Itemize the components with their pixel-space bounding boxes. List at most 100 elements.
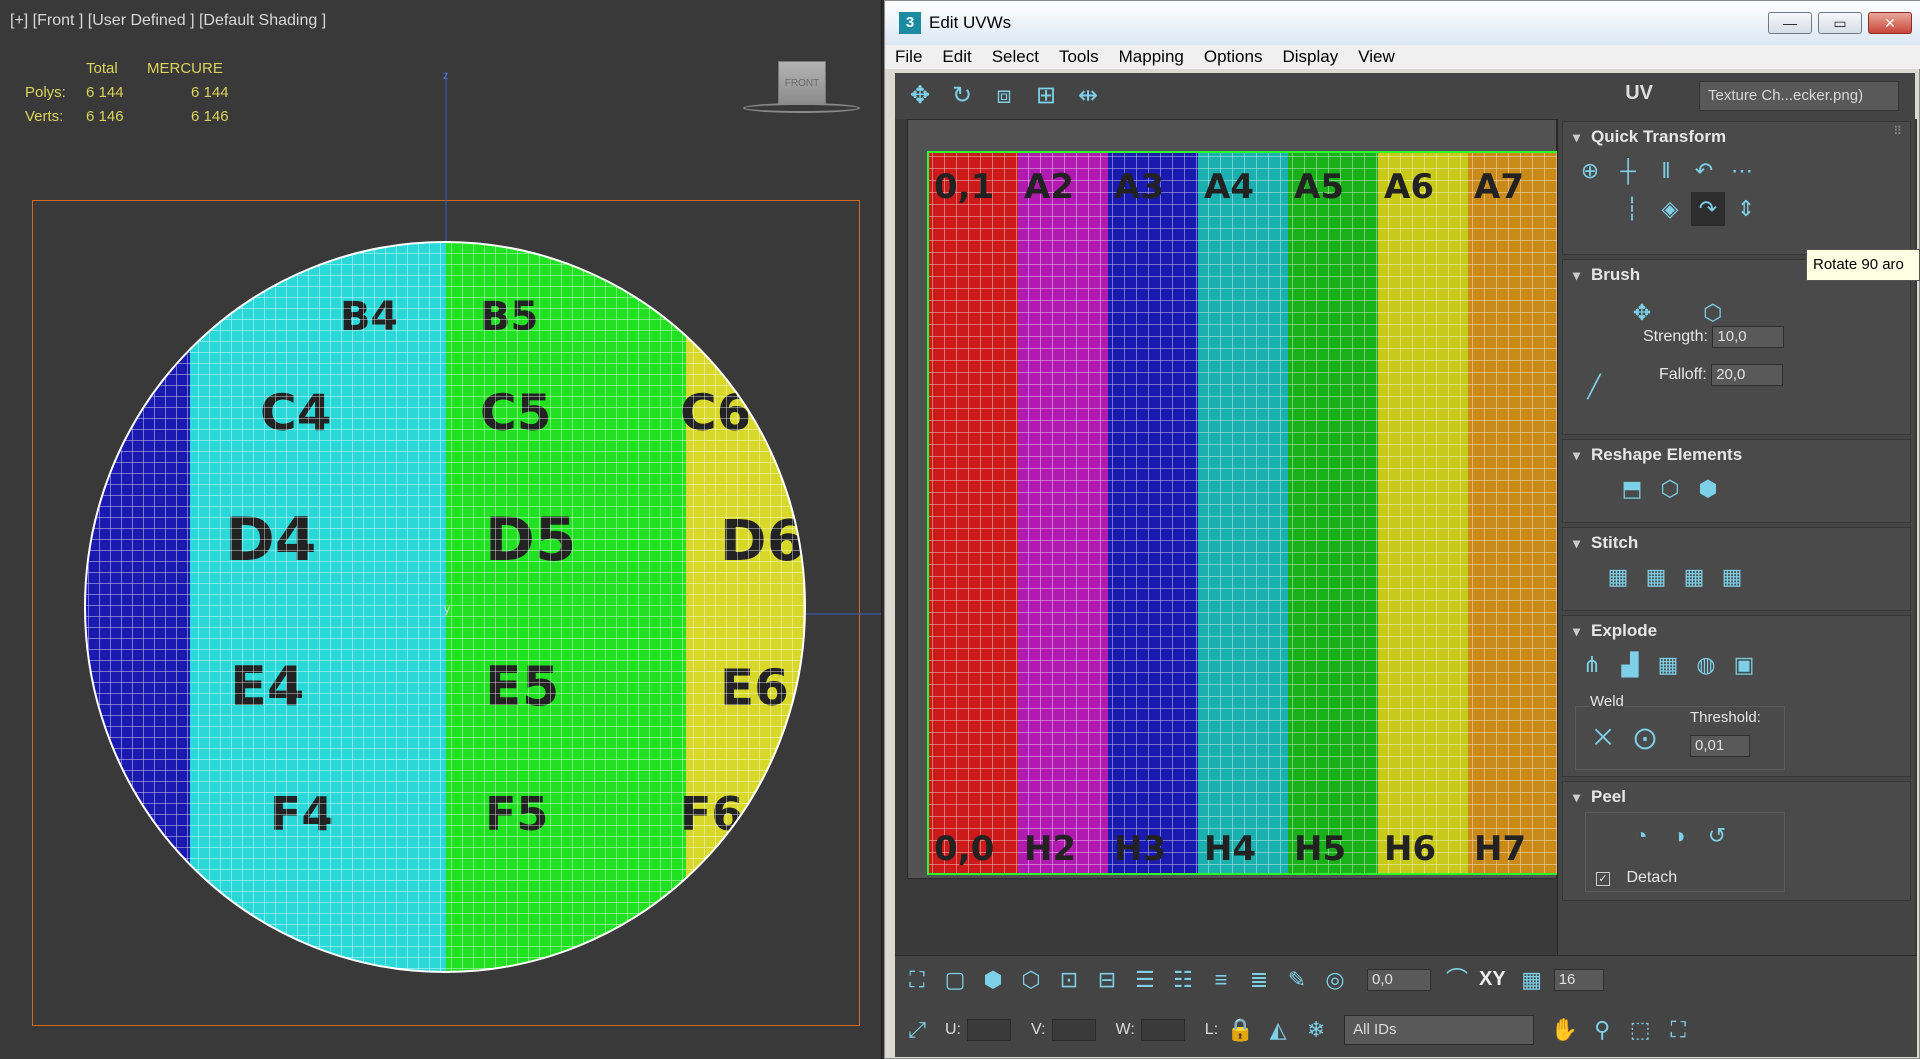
peel-mode-icon[interactable]: ◑ [1662, 819, 1696, 853]
break-icon[interactable]: ⋔ [1575, 648, 1609, 682]
menu-view[interactable]: View [1348, 45, 1405, 69]
absolute-offset-icon[interactable]: ⤢ [901, 1014, 933, 1046]
sphere-mesh[interactable]: B4 B5 C4 C5 C6 D4 D5 D6 E4 E5 E6 F4 F5 F… [0, 0, 882, 1059]
align-v-icon[interactable]: ┆ [1615, 192, 1649, 226]
align-h-icon[interactable]: ┼ [1611, 154, 1645, 188]
menu-mapping[interactable]: Mapping [1109, 45, 1194, 69]
relax-icon[interactable]: ⬡ [1653, 472, 1687, 506]
weld-selected-icon[interactable]: ⨉ [1586, 721, 1620, 755]
angle-spinner[interactable]: 0,0 [1367, 968, 1431, 991]
menu-options[interactable]: Options [1194, 45, 1273, 69]
loop-grow-icon[interactable]: ☷ [1167, 964, 1199, 996]
viewport-front[interactable]: [+] [Front ] [User Defined ] [Default Sh… [0, 0, 882, 1059]
uv-label: UV [1625, 82, 1653, 104]
viewcube[interactable]: FRONT [778, 61, 826, 105]
w-field[interactable] [1140, 1019, 1185, 1041]
stitch-source-icon[interactable]: ▦ [1639, 560, 1673, 594]
stitch-header[interactable]: Stitch [1563, 528, 1910, 558]
freeze-icon[interactable]: ❄ [1300, 1014, 1332, 1046]
space-v-icon[interactable]: ‖ [1649, 154, 1683, 188]
close-icon[interactable]: ✕ [1868, 12, 1912, 34]
uv-corner-label: A4 [1204, 167, 1254, 207]
move-icon[interactable]: ✥ [901, 77, 939, 115]
stitch-custom-icon[interactable]: ▦ [1601, 560, 1635, 594]
tooltip: Rotate 90 aro [1806, 249, 1920, 281]
reshape-header[interactable]: Reshape Elements [1563, 440, 1910, 470]
zoom-icon[interactable]: ⚲ [1586, 1014, 1618, 1046]
v-field[interactable] [1051, 1019, 1096, 1041]
menu-select[interactable]: Select [982, 45, 1049, 69]
relax-brush-icon[interactable]: ⬡ [1696, 296, 1730, 330]
grid-snap-icon[interactable]: ▦ [1516, 964, 1548, 996]
uv-canvas[interactable]: 0,1A2A3A4A5A6A71,10,0H2H3H4H5H6H71,0 [907, 119, 1649, 879]
quick-peel-icon[interactable]: ◔ [1624, 819, 1658, 853]
mirror-icon[interactable]: ⇹ [1069, 77, 1107, 115]
ring-icon[interactable]: ≡ [1205, 964, 1237, 996]
zoom-region-icon[interactable]: ⬚ [1624, 1014, 1656, 1046]
texture-select[interactable]: Texture Ch...ecker.png) [1699, 81, 1899, 111]
straighten-icon[interactable]: ◈ [1653, 192, 1687, 226]
viewcube-ring[interactable] [743, 103, 860, 113]
ids-select[interactable]: All IDs [1344, 1015, 1535, 1045]
uv-corner-label: A5 [1294, 167, 1344, 207]
threshold-spinner[interactable]: 0,01 [1690, 735, 1750, 757]
loop-icon[interactable]: ☰ [1129, 964, 1161, 996]
zoom-extents-icon[interactable]: ⛶ [1662, 1014, 1694, 1046]
explode-header[interactable]: Explode [1563, 616, 1910, 646]
relax-settings-icon[interactable]: ⬢ [1691, 472, 1725, 506]
menu-edit[interactable]: Edit [932, 45, 981, 69]
straighten-selection-icon[interactable]: ⬒ [1615, 472, 1649, 506]
rotate-90-icon[interactable]: ↷ [1691, 192, 1725, 226]
detach-checkbox[interactable]: ✓ [1596, 872, 1610, 886]
menu-display[interactable]: Display [1272, 45, 1348, 69]
falloff-spinner[interactable]: 20,0 [1711, 364, 1784, 386]
quick-transform-header[interactable]: Quick Transform [1563, 122, 1910, 152]
menu-file[interactable]: File [885, 45, 932, 69]
stitch-average-icon[interactable]: ▦ [1677, 560, 1711, 594]
peel-header[interactable]: Peel [1563, 782, 1910, 812]
freeform-icon[interactable]: ⊞ [1027, 77, 1065, 115]
grow-icon[interactable]: ⊡ [1053, 964, 1085, 996]
select-edge-icon[interactable]: ▢ [939, 964, 971, 996]
soft-select-icon[interactable]: ◎ [1319, 964, 1351, 996]
paint-move-icon[interactable]: ✥ [1625, 296, 1659, 330]
pinch-icon[interactable]: ╱ [1577, 370, 1611, 404]
frame-icon[interactable]: ▣ [1727, 648, 1761, 682]
space-icon[interactable]: ⇕ [1729, 192, 1763, 226]
uv-corner-label: 0,0 [934, 829, 994, 869]
sphere-icon[interactable]: ◍ [1689, 648, 1723, 682]
hide-icon[interactable]: ◭ [1262, 1014, 1294, 1046]
menu-tools[interactable]: Tools [1049, 45, 1109, 69]
edit-uvws-window: 3 Edit UVWs — ▭ ✕ File Edit Select Tools… [884, 0, 1920, 1059]
select-vertex-icon[interactable]: ⛶ [901, 964, 933, 996]
xy-label[interactable]: XY [1479, 968, 1506, 991]
rotate-ccw-icon[interactable]: ↶ [1687, 154, 1721, 188]
shrink-icon[interactable]: ⊟ [1091, 964, 1123, 996]
rotate-icon[interactable]: ↻ [943, 77, 981, 115]
scale-icon[interactable]: ⧈ [985, 77, 1023, 115]
minimize-icon[interactable]: — [1768, 12, 1812, 34]
reset-peel-icon[interactable]: ↺ [1700, 819, 1734, 853]
space-h-icon[interactable]: ⋯ [1725, 154, 1759, 188]
uv-corner-label: A3 [1114, 167, 1164, 207]
flatten-icon[interactable]: ▟ [1613, 648, 1647, 682]
uv-corner-label: H6 [1384, 829, 1436, 869]
ring-grow-icon[interactable]: ≣ [1243, 964, 1275, 996]
strength-spinner[interactable]: 10,0 [1712, 326, 1785, 348]
select-poly-icon[interactable]: ⬢ [977, 964, 1009, 996]
paint-select-icon[interactable]: ✎ [1281, 964, 1313, 996]
maximize-icon[interactable]: ▭ [1818, 12, 1862, 34]
align-icon[interactable]: ⊕ [1573, 154, 1607, 188]
weld-target-icon[interactable]: ⨀ [1628, 721, 1662, 755]
axis-z-label: z [443, 70, 449, 82]
uv-toolbar: ✥ ↻ ⧈ ⊞ ⇹ UV Texture Ch...ecker.png) [895, 73, 1915, 119]
grid-icon[interactable]: ▦ [1651, 648, 1685, 682]
grid-spinner[interactable]: 16 [1553, 968, 1604, 991]
pan-icon[interactable]: ✋ [1548, 1014, 1580, 1046]
u-field[interactable] [967, 1019, 1011, 1041]
stitch-target-icon[interactable]: ▦ [1715, 560, 1749, 594]
select-element-icon[interactable]: ⬡ [1015, 964, 1047, 996]
title-bar[interactable]: 3 Edit UVWs — ▭ ✕ [885, 1, 1920, 45]
lock-icon[interactable]: 🔒 [1224, 1014, 1256, 1046]
falloff-curve-icon[interactable]: ⌒ [1441, 964, 1473, 996]
